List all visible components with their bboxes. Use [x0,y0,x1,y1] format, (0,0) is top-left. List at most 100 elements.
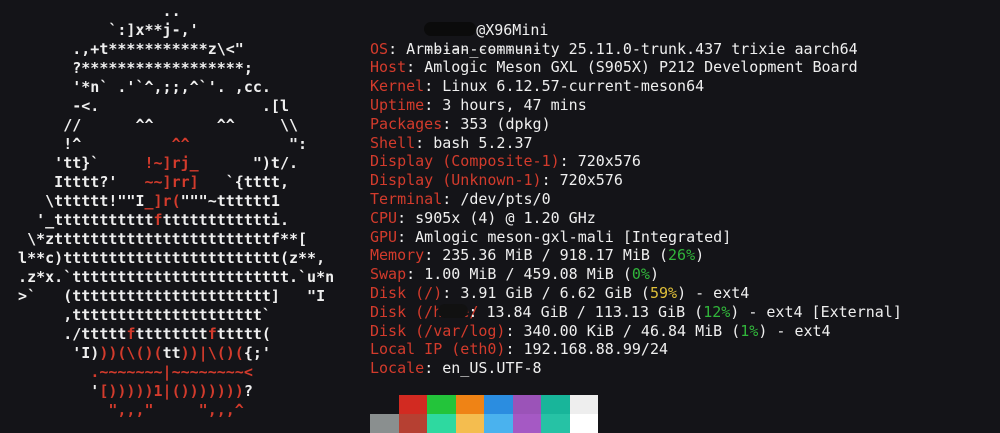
logo-line: .~~~~~~~|~~~~~~~~< [0,363,360,382]
info-colon: : [505,340,524,359]
info-colon: : [424,359,443,378]
info-colon: : [468,302,487,321]
logo-line: \*zttttttttttttttttttttttttf**[ [0,230,360,249]
usage-percent: 26% [668,246,696,265]
logo-segment: tttttttttttti. [162,211,289,229]
logo-segment: `:]x**j-,' [0,21,199,39]
info-colon: : [442,283,461,302]
color-palette [370,395,598,433]
info-colon: : [505,321,524,340]
info-value: Amlogic Meson GXL (S905X) P212 Developme… [424,58,858,77]
palette-swatch [398,414,427,433]
info-colon: : [424,246,443,265]
redacted-path [438,303,469,318]
info-key: Swap [370,265,407,284]
logo-segment: ")t/. [198,154,299,172]
logo-segment: !^ [0,135,172,153]
info-row: Memory: 235.36 MiB / 918.17 MiB (26%) [370,246,1000,265]
logo-segment: ",,," ",,,^ [108,401,244,419]
info-value: bash 5.2.37 [433,133,533,152]
palette-swatch [569,395,598,414]
logo-segment: ' [0,382,100,400]
logo-segment: !~]rj_ [144,154,199,172]
info-row: Shell: bash 5.2.37 [370,134,1000,153]
info-row: CPU: s905x (4) @ 1.20 GHz [370,209,1000,228]
logo-segment: \*zttttttttttttttttttttttttf**[ [0,230,308,248]
info-key: Locale [370,359,425,378]
palette-swatch [370,395,399,414]
logo-segment: f [153,211,163,229]
logo-segment: 'I) [0,344,100,362]
info-colon: : [406,265,425,284]
info-key: Display (Composite-1) [370,152,560,171]
logo-segment: -<. .[l [0,97,289,115]
logo-segment: 'tt}` [0,154,145,172]
palette-row-normal [370,395,598,414]
info-colon: : [442,189,461,208]
logo-line: '_tttttttttttftttttttttttti. [0,211,360,230]
info-value: 3 hours, 47 mins [442,95,587,114]
info-value: 720x576 [577,152,641,171]
info-colon: : [541,171,560,190]
logo-segment [0,363,90,381]
info-value: 720x576 [559,171,623,190]
logo-segment: ))|\()( [180,344,244,362]
logo-segment: // ^^ ^^ \\ [0,116,299,134]
logo-segment: ttttt( [216,325,271,343]
terminal-window[interactable]: .. `:]x**j-,' .,+t***********z\<" ?*****… [0,0,1000,433]
logo-segment: \tttttt!""I [0,192,145,210]
info-value: 235.36 MiB / 918.17 MiB ( [442,246,669,265]
info-row: Uptime: 3 hours, 47 mins [370,96,1000,115]
logo-line: \tttttt!""I_]r("""~tttttt1 [0,192,360,211]
logo-line: -<. .[l [0,97,360,116]
logo-segment: ./ttttt [0,325,127,343]
info-row: Local IP (eth0): 192.168.88.99/24 [370,340,1000,359]
logo-line: .. [0,2,360,21]
info-key: Packages [370,114,443,133]
logo-line: // ^^ ^^ \\ [0,116,360,135]
logo-segment: [)))))1|())))))) [99,382,244,400]
info-rows: OS: Armbian_community 25.11.0-trunk.437 … [370,40,1000,378]
logo-segment: ~~]rr] [144,173,199,191]
logo-segment: _]r( [144,192,181,210]
logo-segment: .. [0,2,181,20]
info-value: 340.00 KiB / 46.84 MiB ( [523,321,741,340]
palette-swatch [512,395,541,414]
logo-line: 'I)))(\()(tt))|\()({;' [0,344,360,363]
logo-line: l**c)tttttttttttttttttttttttt(z**, [0,249,360,268]
info-key: Local IP (eth0) [370,340,506,359]
logo-segment: .~~~~~~~|~~~~~~~~< [90,363,253,381]
logo-segment [0,401,108,419]
logo-segment: .z*x.`tttttttttttttttttttttttt.`u*n [0,268,335,286]
palette-row-bright [370,414,598,433]
logo-segment: >` (tttttttttttttttttttttt] "I [0,287,326,305]
logo-segment: ^^ [171,135,190,153]
info-key: Display (Unknown-1) [370,171,542,190]
info-key: Shell [370,133,416,152]
info-row: Disk (/var/log): 340.00 KiB / 46.84 MiB … [370,322,1000,341]
info-value: Armbian_community 25.11.0-trunk.437 trix… [406,39,858,58]
ascii-logo: .. `:]x**j-,' .,+t***********z\<" ?*****… [0,2,360,420]
logo-line: '[)))))1|()))))))? [0,382,360,401]
usage-percent: 59% [649,283,678,302]
info-value-suffix: ) - ext4 [677,283,750,302]
logo-segment: """~tttttt1 [180,192,280,210]
info-row: Terminal: /dev/pts/0 [370,190,1000,209]
info-key: CPU [370,208,398,227]
palette-swatch [541,395,570,414]
logo-line: ,ttttttttttttttttttttt` [0,306,360,325]
info-colon: : [397,227,416,246]
info-row: Swap: 1.00 MiB / 459.08 MiB (0%) [370,265,1000,284]
palette-swatch [455,395,484,414]
palette-swatch [370,414,399,433]
palette-swatch [484,395,513,414]
logo-segment: ?******************; [0,59,253,77]
info-key: Disk (/) [370,283,443,302]
logo-segment: f [207,325,217,343]
info-colon: : [397,208,416,227]
info-key: Kernel [370,77,425,96]
logo-line: `:]x**j-,' [0,21,360,40]
logo-line: ./tttttfttttttttfttttt( [0,325,360,344]
palette-swatch [455,414,484,433]
info-value: 13.84 GiB / 113.13 GiB ( [486,302,704,321]
